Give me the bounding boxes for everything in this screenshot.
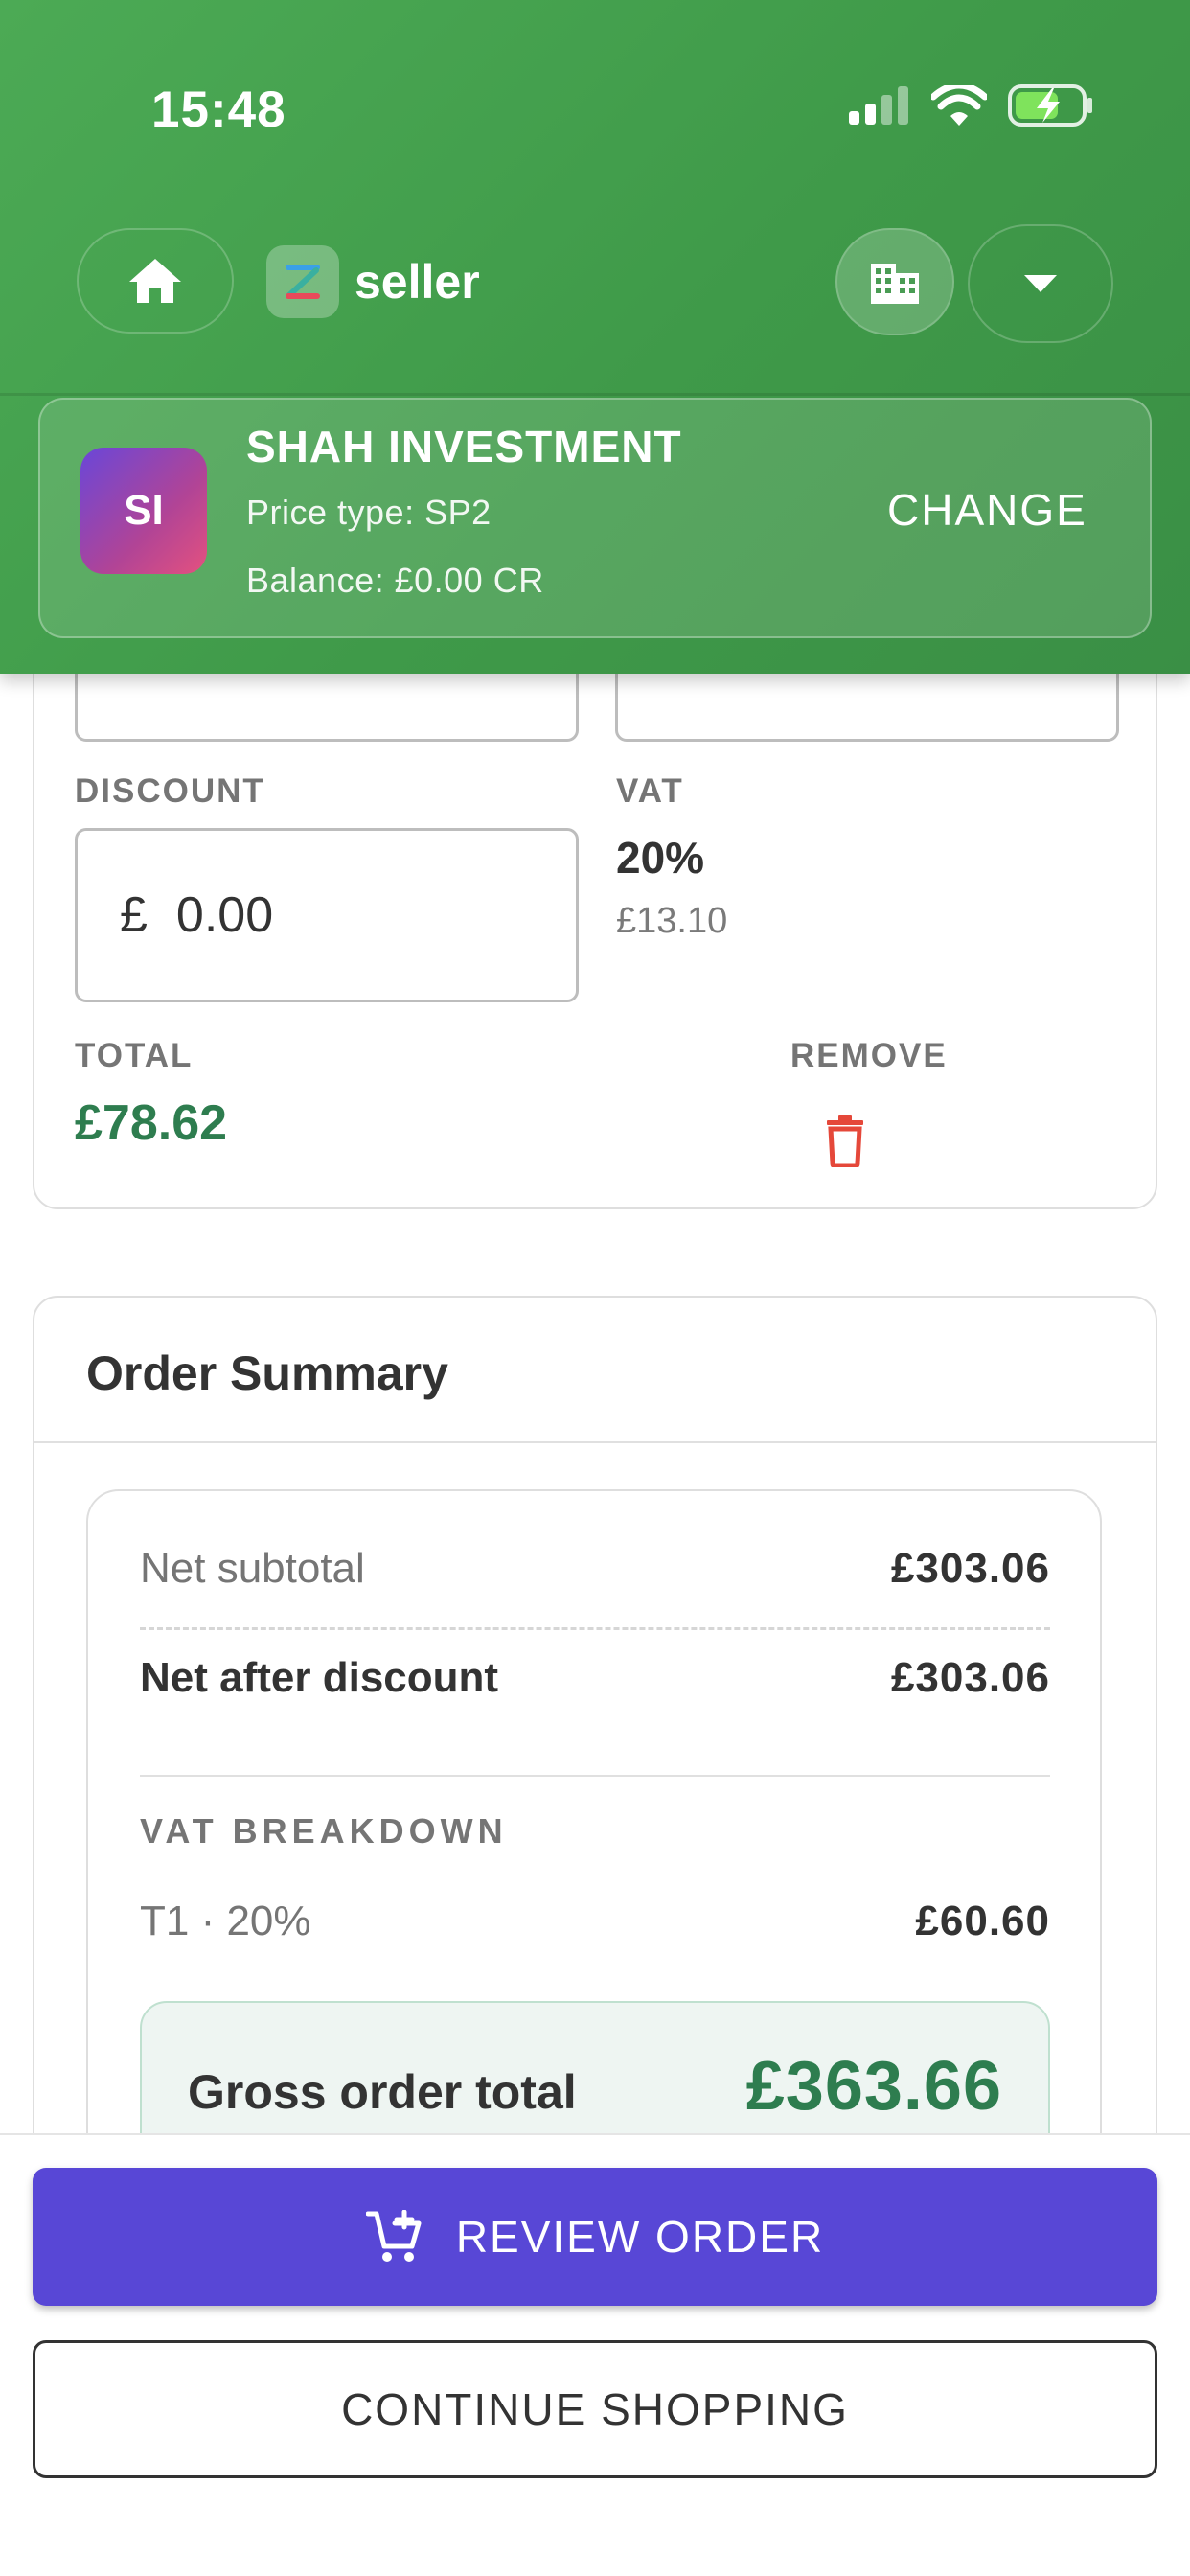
- continue-shopping-button[interactable]: CONTINUE SHOPPING: [33, 2340, 1157, 2478]
- continue-shopping-label: CONTINUE SHOPPING: [341, 2384, 849, 2434]
- home-button[interactable]: [77, 228, 234, 334]
- dashed-divider: [140, 1627, 1050, 1630]
- discount-input[interactable]: £ 0.00: [75, 828, 579, 1002]
- net-after-discount-row: Net after discount £303.06: [140, 1654, 1050, 1702]
- cart-add-icon: [365, 2210, 422, 2262]
- remove-button[interactable]: [809, 1102, 881, 1181]
- net-subtotal-label: Net subtotal: [140, 1545, 365, 1592]
- customer-card: SI SHAH INVESTMENT Price type: SP2 Balan…: [38, 398, 1152, 638]
- vat-label: VAT: [616, 772, 684, 810]
- change-customer-button[interactable]: CHANGE: [887, 484, 1087, 536]
- account-dropdown-button[interactable]: [968, 224, 1113, 343]
- status-icons: [849, 84, 1094, 126]
- status-time: 15:48: [151, 81, 286, 138]
- app-header: 15:48 seller SI SHAH INVESTMENT Price ty…: [0, 0, 1190, 674]
- vat-percent: 20%: [616, 833, 705, 883]
- building-icon: [871, 264, 919, 304]
- gross-total-label: Gross order total: [188, 2065, 577, 2119]
- order-summary-title: Order Summary: [86, 1346, 448, 1400]
- wifi-icon: [931, 85, 987, 126]
- customer-price-type: Price type: SP2: [246, 493, 492, 532]
- customer-name: SHAH INVESTMENT: [246, 422, 682, 472]
- customer-balance: Balance: £0.00 CR: [246, 561, 544, 600]
- remove-label: REMOVE: [790, 1037, 948, 1074]
- trash-icon: [827, 1116, 863, 1167]
- vat-amount: £13.10: [616, 901, 728, 941]
- brand: seller: [266, 245, 480, 318]
- vat-row-label: T1 · 20%: [140, 1898, 311, 1944]
- net-subtotal-value: £303.06: [890, 1545, 1050, 1592]
- status-bar: 15:48: [0, 0, 1190, 192]
- header-divider: [0, 393, 1190, 396]
- brand-logo-icon: [266, 245, 339, 318]
- total-label: TOTAL: [75, 1037, 194, 1074]
- customer-avatar: SI: [80, 448, 207, 574]
- vat-breakdown-heading: VAT BREAKDOWN: [140, 1811, 508, 1851]
- battery-charging-icon: [1008, 84, 1092, 126]
- caret-down-icon: [1024, 275, 1057, 292]
- review-order-label: REVIEW ORDER: [455, 2212, 825, 2262]
- discount-label: DISCOUNT: [75, 772, 265, 810]
- home-icon: [129, 259, 181, 303]
- vat-row: T1 · 20% £60.60: [140, 1898, 1050, 1945]
- review-order-button[interactable]: REVIEW ORDER: [33, 2168, 1157, 2306]
- gross-total-value: £363.66: [745, 2048, 1002, 2125]
- net-after-discount-value: £303.06: [890, 1654, 1050, 1701]
- item-total: £78.62: [75, 1095, 228, 1151]
- nav-row: seller: [0, 220, 1190, 343]
- section-divider: [140, 1775, 1050, 1777]
- brand-name: seller: [355, 255, 480, 309]
- discount-value: 0.00: [175, 887, 274, 943]
- bottom-action-bar: REVIEW ORDER CONTINUE SHOPPING: [0, 2133, 1190, 2576]
- net-subtotal-row: Net subtotal £303.06: [140, 1545, 1050, 1593]
- currency-symbol: £: [120, 887, 148, 943]
- net-after-discount-label: Net after discount: [140, 1654, 499, 1701]
- building-button[interactable]: [835, 228, 954, 335]
- signal-icon: [849, 86, 908, 125]
- vat-row-value: £60.60: [915, 1898, 1050, 1944]
- summary-divider: [34, 1441, 1156, 1443]
